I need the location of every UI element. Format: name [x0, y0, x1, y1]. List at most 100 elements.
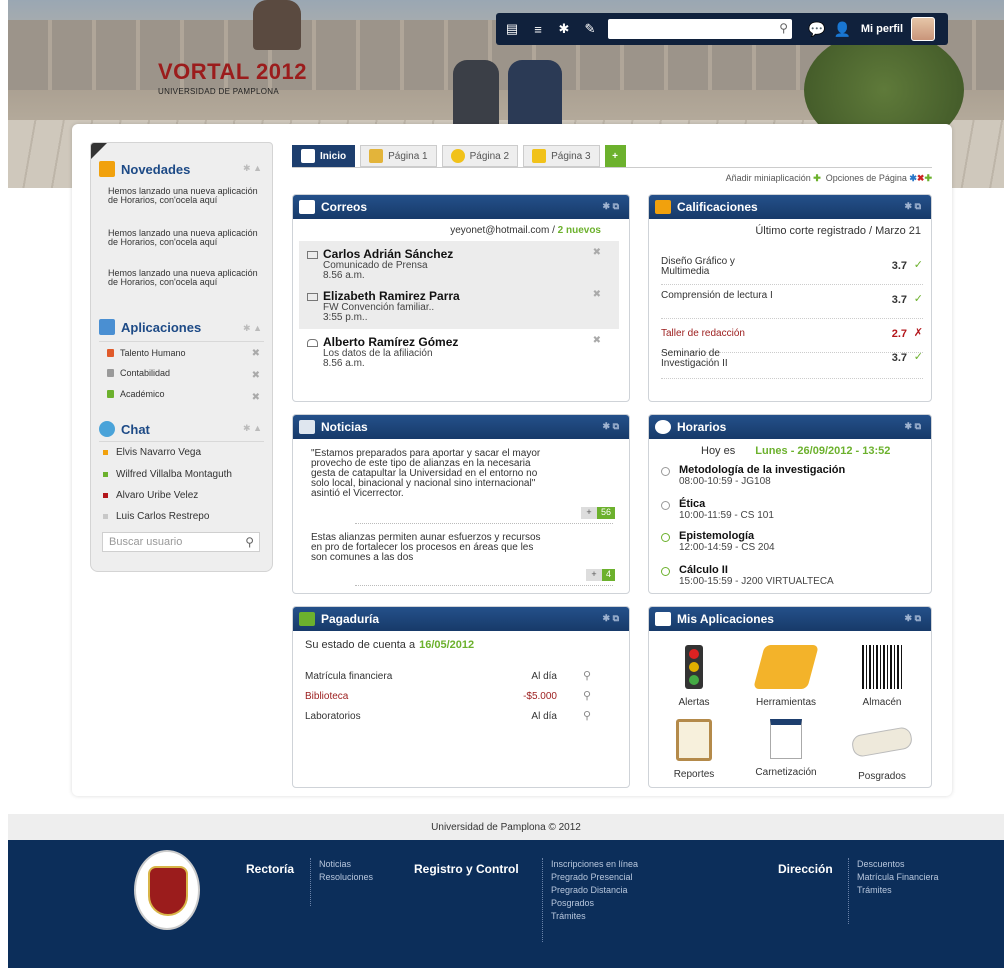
widget-controls-icon[interactable]: ✱ ⧉ — [905, 201, 921, 212]
widget-controls-icon[interactable]: ✱ ⧉ — [603, 421, 619, 432]
top-search-input[interactable]: ⚲ — [608, 19, 792, 39]
grades-header: Último corte registrado / Marzo 21 — [755, 225, 921, 237]
app-alertas[interactable]: Alertas — [649, 645, 739, 708]
search-icon[interactable]: ⚲ — [583, 709, 591, 722]
footer-link[interactable]: Noticias — [319, 858, 373, 871]
avatar[interactable] — [911, 17, 936, 41]
news-text[interactable]: Estas alianzas permiten aunar esfuerzos … — [311, 533, 551, 563]
tab-inicio[interactable]: Inicio — [292, 145, 356, 167]
list-icon[interactable]: ≡ — [528, 19, 548, 39]
footer-link[interactable]: Matrícula Financiera — [857, 871, 939, 884]
chat-user[interactable]: Luis Carlos Restrepo — [103, 511, 209, 522]
news-rating[interactable]: +4 — [585, 569, 615, 581]
mail-item[interactable]: Alberto Ramírez Gómez Los datos de la afi… — [299, 329, 619, 375]
footer-link[interactable]: Resoluciones — [319, 871, 373, 884]
profile-link[interactable]: Mi perfil — [861, 23, 903, 35]
footer-link[interactable]: Posgrados — [551, 897, 638, 910]
widget-controls-icon[interactable]: ✱ ⧉ — [905, 613, 921, 624]
diploma-icon — [850, 725, 914, 759]
remove-icon[interactable]: ✖ — [252, 370, 260, 381]
user-icon[interactable]: 👤 — [833, 21, 850, 38]
chat-bubble-icon[interactable]: 💬 — [808, 21, 825, 38]
remove-icon[interactable]: ✖ — [252, 392, 260, 403]
status-dot — [103, 493, 108, 498]
schedule-widget: Horarios ✱ ⧉ Hoy es Lunes - 26/09/2012 - 1… — [648, 414, 932, 594]
app-label: Reportes — [673, 769, 715, 780]
app-item-academico[interactable]: Académico — [107, 389, 165, 399]
chat-user[interactable]: Elvis Navarro Vega — [103, 447, 201, 458]
app-posgrados[interactable]: Posgrados — [837, 719, 927, 782]
mail-item[interactable]: Carlos Adrián Sánchez Comunicado de Prens… — [299, 241, 619, 287]
new-mail-count[interactable]: 2 nuevos — [558, 225, 601, 236]
gear-icon[interactable]: ✱ — [554, 19, 574, 39]
news-item[interactable]: Hemos lanzado una nueva aplicación de Ho… — [108, 269, 258, 287]
footer-link[interactable]: Pregrado Presencial — [551, 871, 638, 884]
gear-icon[interactable]: ✱ — [909, 173, 917, 183]
widget-title: Noticias — [321, 420, 368, 434]
page-options-link[interactable]: Opciones de Página — [826, 173, 907, 183]
app-almacen[interactable]: Almacén — [837, 645, 927, 708]
document-icon — [655, 612, 671, 626]
site-title[interactable]: VORTAL 2012 — [158, 59, 307, 85]
chat-user[interactable]: Alvaro Uribe Velez — [103, 490, 198, 501]
delete-icon[interactable]: ✖ — [593, 335, 601, 346]
add-tab-button[interactable]: + — [604, 145, 626, 167]
footer-link[interactable]: Descuentos — [857, 858, 939, 871]
chat-user[interactable]: Wilfred Villalba Montaguth — [103, 469, 232, 480]
app-herramientas[interactable]: Herramientas — [741, 645, 831, 708]
apps-title: Aplicaciones — [121, 319, 202, 335]
remove-icon[interactable]: ✖ — [252, 348, 260, 359]
footer-heading-registro[interactable]: Registro y Control — [414, 862, 519, 876]
app-item-talento-humano[interactable]: Talento Humano — [107, 348, 186, 358]
footer-link[interactable]: Pregrado Distancia — [551, 884, 638, 897]
search-icon[interactable]: ⚲ — [583, 689, 591, 702]
mail-item[interactable]: Elizabeth Ramirez Parra FW Convención fam… — [299, 283, 619, 329]
tab-pagina-1[interactable]: Página 1 — [360, 145, 437, 167]
news-item[interactable]: Hemos lanzado una nueva aplicación de Ho… — [108, 229, 258, 247]
plus-icon[interactable]: ✚ — [924, 173, 932, 183]
vote-count: 56 — [596, 507, 615, 519]
tab-label: Inicio — [320, 150, 347, 162]
user-search-input[interactable]: Buscar usuario ⚲ — [102, 532, 260, 552]
search-icon[interactable]: ⚲ — [779, 21, 788, 35]
search-icon[interactable]: ⚲ — [583, 669, 591, 682]
add-widget-link[interactable]: Añadir miniaplicación — [726, 173, 811, 183]
news-controls-icon[interactable]: ✱ ▲ — [243, 163, 262, 174]
footer-heading-rectoria[interactable]: Rectoría — [246, 862, 294, 876]
chat-controls-icon[interactable]: ✱ ▲ — [243, 423, 262, 434]
plus-icon[interactable]: ✚ — [813, 173, 821, 183]
news-rating[interactable]: +56 — [580, 507, 615, 519]
status-label: Su estado de cuenta a — [305, 639, 416, 651]
delete-icon[interactable]: ✖ — [593, 289, 601, 300]
footer-link[interactable]: Trámites — [857, 884, 939, 897]
plus-button[interactable]: + — [585, 569, 602, 581]
pencil-icon[interactable]: ✎ — [580, 19, 600, 39]
footer-heading-direccion[interactable]: Dirección — [778, 862, 833, 876]
smiley-icon — [450, 149, 465, 163]
documents-icon[interactable]: ▤ — [502, 19, 522, 39]
news-item[interactable]: Hemos lanzado una nueva aplicación de Ho… — [108, 187, 258, 205]
grade-value: 3.7 — [891, 352, 907, 364]
tab-pagina-3[interactable]: Página 3 — [523, 145, 600, 167]
widget-header: Correos ✱ ⧉ — [293, 195, 629, 219]
search-icon[interactable]: ⚲ — [245, 535, 254, 549]
app-carnetizacion[interactable]: Carnetización — [741, 719, 831, 778]
delete-icon[interactable]: ✖ — [593, 247, 601, 258]
mail-from: Elizabeth Ramirez Parra — [323, 289, 460, 303]
plus-button[interactable]: + — [580, 507, 597, 519]
footer-link[interactable]: Trámites — [551, 910, 638, 923]
app-item-contabilidad[interactable]: Contabilidad — [107, 368, 170, 378]
chat-user-name: Alvaro Uribe Velez — [116, 490, 199, 501]
apps-controls-icon[interactable]: ✱ ▲ — [243, 323, 262, 334]
course-name: Comprensión de lectura I — [661, 290, 773, 301]
tab-label: Página 2 — [469, 150, 510, 162]
widget-controls-icon[interactable]: ✱ ⧉ — [603, 613, 619, 624]
app-reportes[interactable]: Reportes — [649, 719, 739, 780]
divider — [99, 341, 264, 342]
footer-link[interactable]: Inscripciones en línea — [551, 858, 638, 871]
tab-pagina-2[interactable]: Página 2 — [441, 145, 519, 167]
widget-controls-icon[interactable]: ✱ ⧉ — [603, 201, 619, 212]
widget-controls-icon[interactable]: ✱ ⧉ — [905, 421, 921, 432]
news-text[interactable]: "Estamos preparados para aportar y sacar… — [311, 449, 551, 499]
course-time: 10:00-11:59 - CS 101 — [679, 510, 774, 521]
